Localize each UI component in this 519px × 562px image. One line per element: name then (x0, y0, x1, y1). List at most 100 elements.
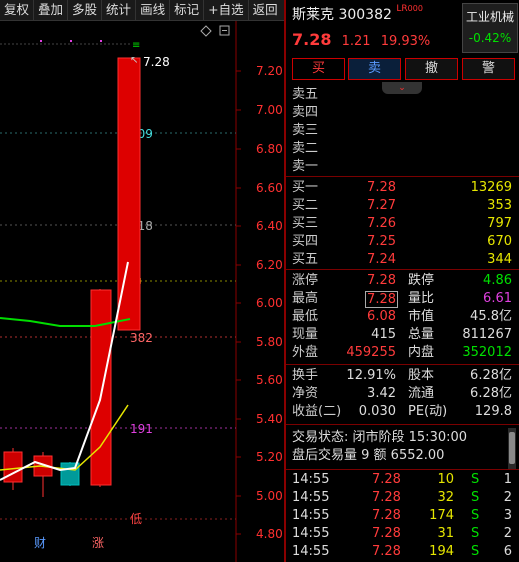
buy-order-row[interactable]: 买一 7.28 13269 (286, 179, 516, 197)
stats-row: 现量 415 总量 811267 (286, 326, 516, 344)
tick-time: 14:55 (292, 472, 330, 487)
stat-value: 0.030 (358, 404, 396, 419)
order-label: 卖三 (292, 123, 319, 138)
tick-side: S (471, 472, 480, 487)
tick-row[interactable]: 14:55 7.28 194 S 6 (286, 543, 516, 561)
order-label: 卖一 (292, 159, 319, 174)
sell-order-row[interactable]: 卖三 (286, 122, 516, 140)
stat-label: 股本 (408, 368, 435, 383)
stat-label: 净资 (292, 386, 319, 401)
toolbar-overlay-button[interactable]: 叠加 (34, 0, 69, 20)
buy-order-row[interactable]: 买四 7.25 670 (286, 233, 516, 251)
sell-order-row[interactable]: 卖五 (286, 86, 516, 104)
divider (286, 424, 519, 425)
stat-label: 跌停 (408, 273, 435, 288)
toolbar-draw-line-button[interactable]: 画线 (136, 0, 171, 20)
toolbar-add-watchlist-button[interactable]: +自选 (204, 0, 249, 20)
toolbar-stats-button[interactable]: 统计 (102, 0, 137, 20)
alert-button[interactable]: 警 (462, 58, 515, 80)
tick-time: 14:55 (292, 544, 330, 559)
stat-value: 352012 (462, 345, 512, 360)
sell-order-row[interactable]: 卖二 (286, 140, 516, 158)
diamond-icon[interactable] (200, 25, 212, 37)
tick-row[interactable]: 14:55 7.28 10 S 1 (286, 471, 516, 489)
cancel-order-button[interactable]: 撤 (405, 58, 458, 80)
top-green-marker: ≡ (132, 40, 140, 51)
stat-label: 收益(二) (292, 404, 342, 419)
stats-row: 换手 12.91% 股本 6.28亿 (286, 367, 516, 385)
stats-row: 净资 3.42 流通 6.28亿 (286, 385, 516, 403)
tick-label: 6.20 (256, 258, 283, 272)
tick-time: 14:55 (292, 490, 330, 505)
sell-order-row[interactable]: 卖一 (286, 158, 516, 176)
tick-label: 7.20 (256, 64, 283, 78)
candles (3, 57, 141, 497)
order-label: 卖二 (292, 141, 319, 156)
tick-volume: 31 (437, 526, 454, 541)
sell-order-row[interactable]: 卖四 (286, 104, 516, 122)
tick-row[interactable]: 14:55 7.28 174 S 3 (286, 507, 516, 525)
stat-label: 量比 (408, 291, 435, 306)
scrollbar[interactable] (508, 428, 516, 470)
stat-value: 459255 (346, 345, 396, 360)
price-axis: 7.20 7.00 6.80 6.60 6.40 6.20 6.00 5.80 … (256, 64, 283, 541)
buy-order-row[interactable]: 买五 7.24 344 (286, 251, 516, 269)
trade-status: 交易状态: 闭市阶段 15:30:00 (286, 429, 516, 447)
stat-value: 6.28亿 (470, 368, 512, 383)
sector-name: 工业机械 (465, 10, 514, 24)
stat-value: 4.86 (483, 273, 512, 288)
tick-row[interactable]: 14:55 7.28 31 S 2 (286, 525, 516, 543)
tick-label: 5.80 (256, 335, 283, 349)
stat-label: PE(动) (408, 404, 448, 419)
stat-label: 流通 (408, 386, 435, 401)
divider (286, 269, 519, 270)
order-price: 7.26 (367, 216, 396, 231)
stat-value: 7.28 (365, 291, 398, 308)
toolbar-fuquan-button[interactable]: 复权 (0, 0, 35, 20)
tick-row[interactable]: 14:55 7.28 32 S 2 (286, 489, 516, 507)
tick-side: S (471, 526, 480, 541)
stats-row: 外盘 459255 内盘 352012 (286, 344, 516, 362)
tick-label: 6.60 (256, 181, 283, 195)
buy-order-row[interactable]: 买三 7.26 797 (286, 215, 516, 233)
order-volume: 670 (487, 234, 512, 249)
price-change: 1.21 (341, 34, 371, 49)
tick-label: 6.80 (256, 142, 283, 156)
price-line: 7.28 1.21 19.93% (292, 30, 430, 49)
tick-count: 2 (503, 490, 512, 505)
collapse-icon[interactable] (219, 25, 230, 36)
divider (286, 469, 519, 470)
scrollbar-thumb[interactable] (509, 432, 515, 464)
after-hours-text: 盘后交易量 9 额 6552.00 (292, 448, 445, 463)
quote-panel: 斯莱克 300382 LR000 7.28 1.21 19.93% 工业机械 -… (286, 0, 519, 562)
tick-side: S (471, 508, 480, 523)
level-382-label: 382 (130, 331, 153, 345)
buy-button[interactable]: 买 (292, 58, 345, 80)
limit-up-marker[interactable]: 涨 (92, 535, 104, 550)
financial-report-marker[interactable]: 财 (34, 536, 46, 550)
buy-order-row[interactable]: 买二 7.27 353 (286, 197, 516, 215)
tick-volume: 194 (429, 544, 454, 559)
candle (117, 57, 141, 331)
kline-chart[interactable]: ≡ 809 618 中 382 191 低 ↖ 7.28 7.20 7.00 6… (0, 21, 284, 562)
stats-row: 最低 6.08 市值 45.8亿 (286, 308, 516, 326)
stock-tag-num: 000 (407, 4, 423, 13)
sell-button[interactable]: 卖 (348, 58, 401, 80)
stock-header: 斯莱克 300382 LR000 (292, 4, 423, 24)
tick-label: 6.40 (256, 219, 283, 233)
tick-label: 4.80 (256, 527, 283, 541)
order-volume: 797 (487, 216, 512, 231)
tick-price: 7.28 (372, 490, 401, 505)
stat-value: 415 (371, 327, 396, 342)
toolbar-multi-stock-button[interactable]: 多股 (68, 0, 103, 20)
stat-value: 3.42 (367, 386, 396, 401)
tick-label: 7.00 (256, 103, 283, 117)
stat-label: 总量 (408, 327, 435, 342)
order-price: 7.27 (367, 198, 396, 213)
tick-price: 7.28 (372, 526, 401, 541)
order-label: 买五 (292, 252, 319, 267)
tick-label: 5.40 (256, 412, 283, 426)
sector-box[interactable]: 工业机械 -0.42% (462, 3, 518, 53)
toolbar-back-button[interactable]: 返回 (249, 0, 282, 20)
toolbar-mark-button[interactable]: 标记 (170, 0, 205, 20)
